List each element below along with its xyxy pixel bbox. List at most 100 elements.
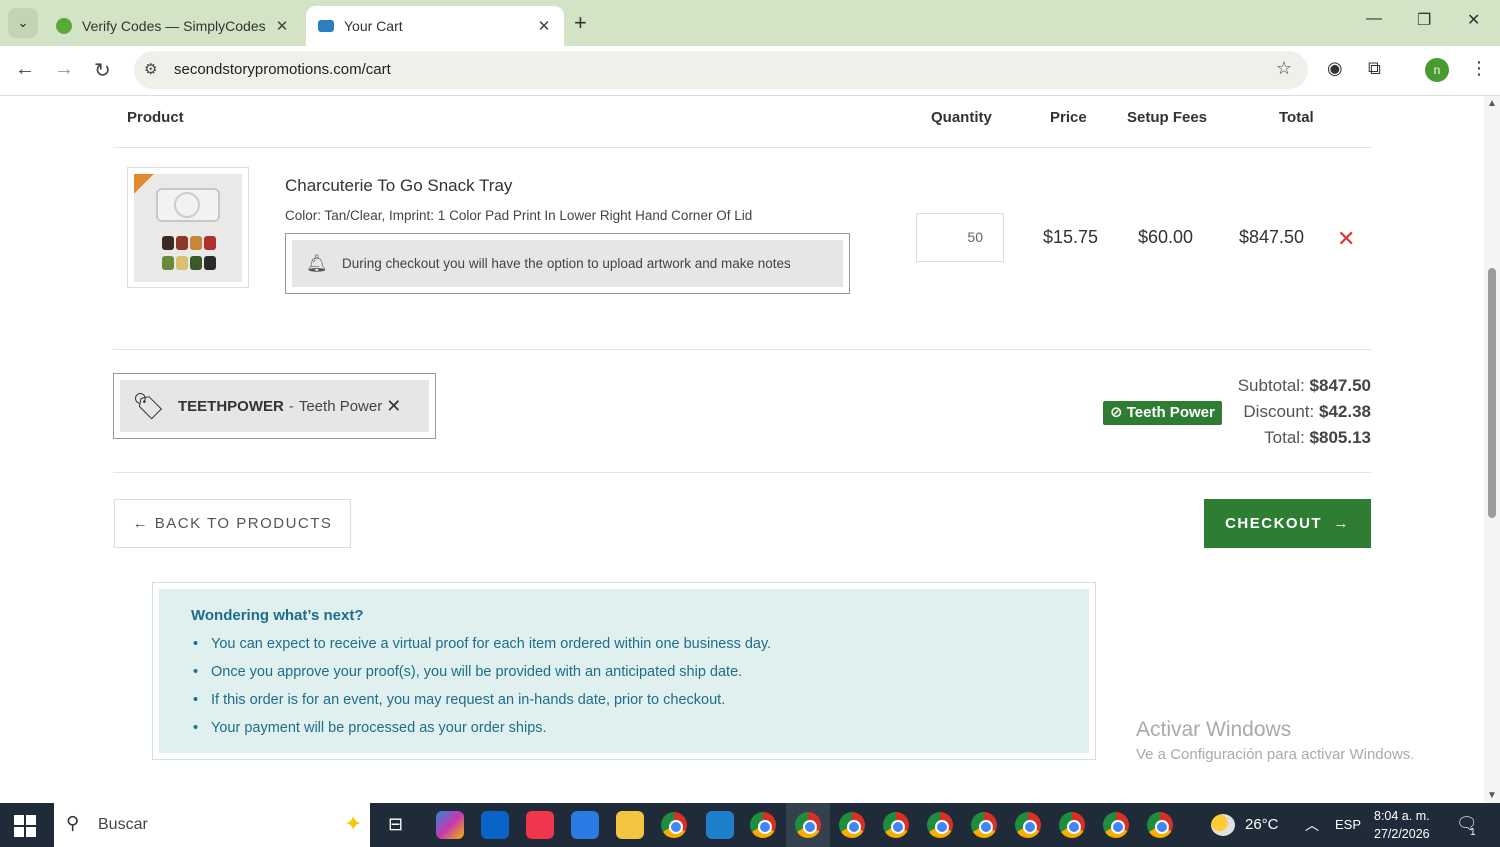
file-explorer-icon[interactable] — [616, 811, 644, 839]
header-product: Product — [127, 109, 184, 126]
chrome-profile-d-icon[interactable] — [1147, 812, 1173, 838]
checkout-button-label: CHECKOUT — [1225, 515, 1323, 532]
taskbar-search-placeholder: Buscar — [98, 816, 148, 833]
store-app-icon[interactable] — [571, 811, 599, 839]
whats-next-heading: Wondering what’s next? — [191, 607, 364, 624]
notification-count: 1 — [1470, 827, 1476, 838]
scroll-down-icon[interactable]: ▼ — [1487, 790, 1497, 801]
bookmark-star-icon[interactable]: ☆ — [1276, 58, 1292, 79]
discount-label: Discount: — [1243, 402, 1315, 421]
subtotal-label: Subtotal: — [1237, 376, 1305, 395]
tab-title: Your Cart — [344, 18, 403, 34]
chrome-profile-m-icon[interactable] — [883, 812, 909, 838]
item-setup-fees: $60.00 — [1138, 227, 1194, 247]
copilot-app-icon[interactable] — [436, 811, 464, 839]
chrome-profile-r2-icon[interactable] — [1059, 812, 1085, 838]
total-row: Total: $805.13 — [1264, 428, 1371, 448]
list-item: Once you approve your proof(s), you will… — [191, 658, 1089, 686]
menu-kebab-icon[interactable]: ⋮ — [1470, 58, 1488, 79]
scrollbar-thumb[interactable] — [1488, 268, 1496, 518]
discount-badge: ⊘ Teeth Power — [1103, 401, 1222, 425]
url-text: secondstorypromotions.com/cart — [174, 61, 391, 78]
restore-icon[interactable]: ❐ — [1417, 10, 1431, 30]
arrow-left-icon: ← — [132, 515, 155, 532]
profile-avatar[interactable]: n — [1425, 58, 1449, 82]
taskbar-search[interactable]: ⚲ Buscar ✦ — [54, 803, 370, 847]
subtotal-value: $847.50 — [1309, 376, 1371, 395]
windows-start-icon[interactable] — [14, 815, 36, 837]
checkout-button[interactable]: CHECKOUT → — [1204, 499, 1371, 548]
tab-close-icon[interactable]: ✕ — [270, 17, 294, 35]
chrome-profile-s2-icon[interactable] — [1103, 812, 1129, 838]
activate-windows-subtitle: Ve a Configuración para activar Windows. — [1136, 746, 1415, 763]
reload-icon[interactable]: ↻ — [94, 58, 111, 83]
list-item: You can expect to receive a virtual proo… — [191, 630, 1089, 658]
chrome-profile-e-icon[interactable] — [927, 812, 953, 838]
tab-search-chevron-icon[interactable]: ⌄ — [8, 8, 38, 38]
checkout-note-text: During checkout you will have the option… — [342, 256, 791, 271]
back-to-products-button[interactable]: ← BACK TO PRODUCTS — [114, 499, 351, 548]
product-thumbnail[interactable] — [127, 167, 249, 288]
weather-temperature[interactable]: 26°C — [1245, 816, 1279, 833]
divider — [113, 472, 1371, 473]
total-label: Total: — [1264, 428, 1305, 447]
chrome-icon[interactable] — [661, 812, 687, 838]
browser-tab-bar: ⌄ Verify Codes — SimplyCodes ✕ Your Cart… — [0, 0, 1500, 46]
outlook-app-icon[interactable] — [481, 811, 509, 839]
quantity-input[interactable]: 50 — [916, 213, 1004, 262]
tab-verify-codes[interactable]: Verify Codes — SimplyCodes ✕ — [44, 6, 302, 46]
tag-icon: 🏷︎ — [132, 390, 166, 421]
product-name[interactable]: Charcuterie To Go Snack Tray — [285, 176, 512, 196]
browser-toolbar: ← → ↻ ⚙ secondstorypromotions.com/cart ☆… — [0, 46, 1500, 96]
header-price: Price — [1050, 109, 1087, 126]
coupon-code: TEETHPOWER — [178, 397, 284, 415]
total-value: $805.13 — [1309, 428, 1371, 447]
task-view-icon[interactable]: ⊟ — [388, 814, 403, 835]
chrome-profile-s-icon[interactable] — [750, 812, 776, 838]
header-total: Total — [1279, 109, 1314, 126]
extension-shield-icon[interactable]: ◉ — [1327, 58, 1343, 79]
vscode-app-icon[interactable] — [706, 811, 734, 839]
discount-badge-text: Teeth Power — [1126, 404, 1215, 421]
input-language[interactable]: ESP — [1335, 817, 1361, 832]
chrome-profile-i-icon[interactable] — [1015, 812, 1041, 838]
back-button-label: BACK TO PRODUCTS — [154, 515, 333, 532]
tray-chevron-up-icon[interactable]: ︿ — [1305, 815, 1319, 835]
clock[interactable]: 8:04 a. m. 27/2/2026 — [1374, 807, 1430, 843]
copilot-sparkle-icon: ✦ — [344, 811, 363, 836]
weather-icon[interactable] — [1211, 814, 1235, 836]
divider — [113, 349, 1371, 350]
remove-coupon-close-icon[interactable]: ✕ — [386, 396, 401, 417]
extensions-puzzle-icon[interactable]: ⧉ — [1368, 58, 1381, 79]
new-tab-plus-icon[interactable]: + — [574, 10, 587, 36]
header-setup-fees: Setup Fees — [1127, 109, 1208, 126]
item-total: $847.50 — [1239, 227, 1305, 247]
item-price: $15.75 — [1043, 227, 1099, 247]
coupon-name: Teeth Power — [298, 397, 383, 415]
product-image — [134, 174, 242, 282]
address-bar[interactable]: ⚙ secondstorypromotions.com/cart ☆ — [134, 51, 1308, 89]
back-arrow-icon[interactable]: ← — [15, 58, 35, 81]
remove-item-close-icon[interactable]: ✕ — [1337, 226, 1355, 252]
divider — [113, 147, 1371, 148]
windows-taskbar: ⚲ Buscar ✦ ⊟ 26°C ︿ ESP 8:04 a. m. 27/2/… — [0, 803, 1500, 847]
bell-icon: 🔔︎ — [306, 253, 328, 273]
tab-close-icon[interactable]: ✕ — [532, 17, 556, 35]
chrome-profile-n-icon[interactable] — [795, 812, 821, 838]
arrow-right-icon: → — [1322, 515, 1350, 532]
subtotal-row: Subtotal: $847.50 — [1238, 376, 1371, 396]
list-item: Your payment will be processed as your o… — [191, 714, 1089, 742]
page-scrollbar[interactable]: ▲ ▼ — [1484, 96, 1500, 803]
site-settings-icon[interactable]: ⚙ — [144, 60, 157, 78]
forward-arrow-icon[interactable]: → — [54, 58, 74, 81]
chrome-profile-r-icon[interactable] — [971, 812, 997, 838]
close-window-icon[interactable]: ✕ — [1467, 10, 1480, 30]
music-app-icon[interactable] — [526, 811, 554, 839]
tab-your-cart[interactable]: Your Cart ✕ — [306, 6, 564, 46]
product-description: Color: Tan/Clear, Imprint: 1 Color Pad P… — [285, 208, 753, 223]
discount-value: $42.38 — [1319, 402, 1371, 421]
chrome-profile-c-icon[interactable] — [839, 812, 865, 838]
ssp-favicon-icon — [318, 20, 334, 32]
minimize-icon[interactable]: — — [1366, 10, 1382, 28]
scroll-up-icon[interactable]: ▲ — [1487, 98, 1497, 109]
